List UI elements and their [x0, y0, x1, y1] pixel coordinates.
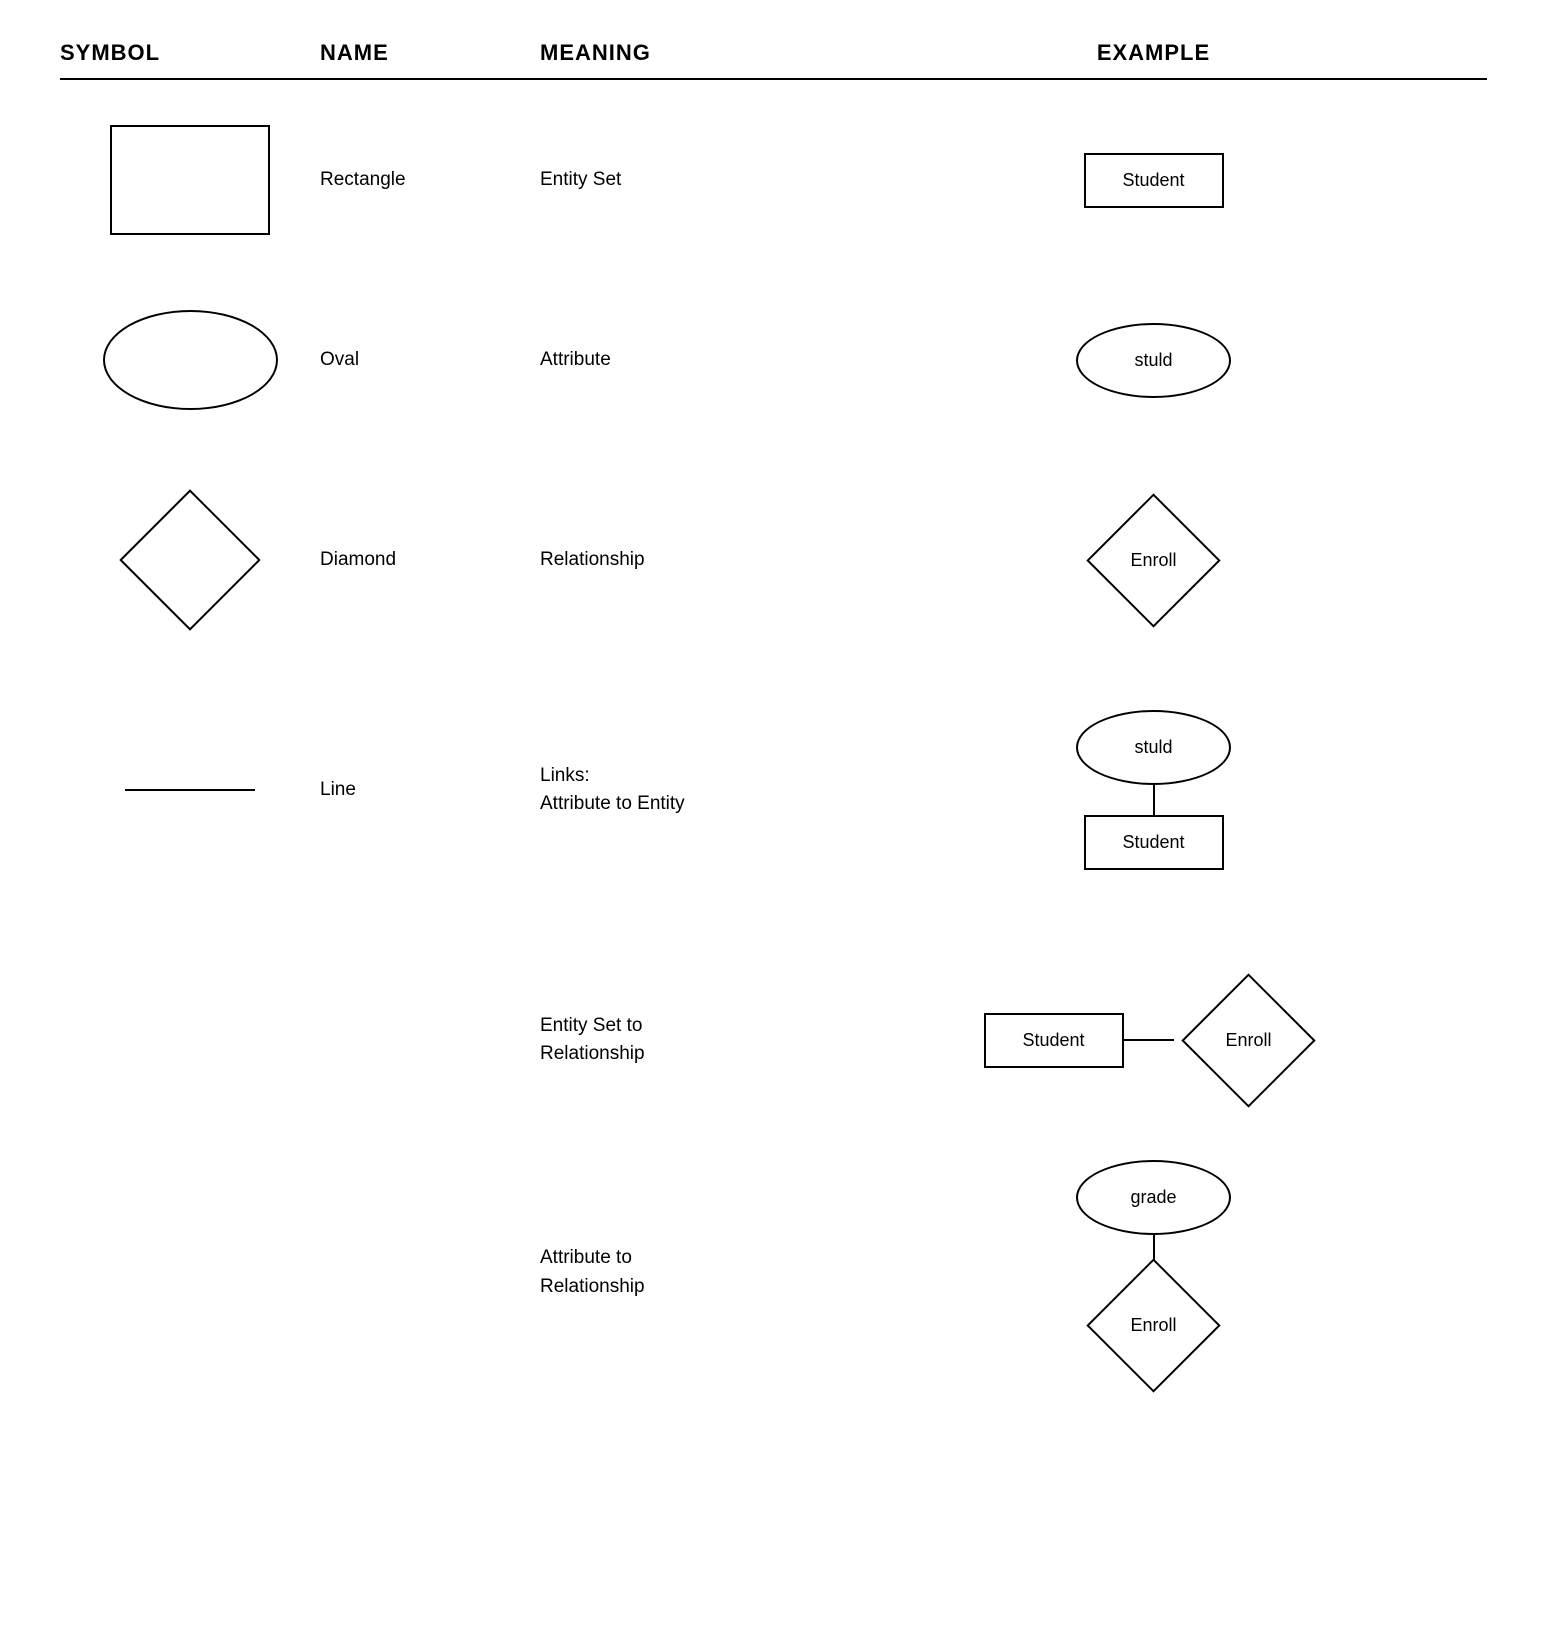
row-diamond: Diamond Relationship Enroll [60, 470, 1487, 650]
header-name: NAME [320, 40, 540, 66]
line-ex-oval-label: stuld [1134, 737, 1172, 758]
meaning-diamond: Relationship [540, 549, 820, 571]
row-line: Line Links: Attribute to Entity stuld St… [60, 690, 1487, 890]
rectangle-shape [110, 125, 270, 235]
meaning-line: Links: Attribute to Entity [540, 762, 820, 819]
name-oval: Oval [320, 349, 540, 371]
entity-rel-rect-label: Student [1022, 1030, 1084, 1051]
meaning-entity-rel-text2: Relationship [540, 1040, 645, 1069]
meaning-oval: Attribute [540, 349, 820, 371]
attr-rel-oval: grade [1076, 1160, 1231, 1235]
name-diamond: Diamond [320, 549, 540, 571]
symbol-rectangle [60, 115, 320, 245]
meaning-line-text1: Links: [540, 762, 685, 791]
entity-rel-diamond-wrapper: Enroll [1174, 980, 1324, 1100]
meaning-entity-rel-text1: Entity Set to [540, 1012, 645, 1041]
example-rectangle: Student [820, 153, 1487, 208]
row-attribute-to-relationship: Attribute to Relationship grade Enroll [60, 1160, 1487, 1385]
attr-rel-oval-label: grade [1130, 1187, 1176, 1208]
example-diamond-label: Enroll [1130, 550, 1176, 571]
line-ex-rect-label: Student [1122, 832, 1184, 853]
oval-shape [103, 310, 278, 410]
meaning-attr-rel-text1: Attribute to [540, 1244, 645, 1273]
name-rectangle: Rectangle [320, 169, 540, 191]
line-ex-rect: Student [1084, 815, 1224, 870]
row-entity-set-to-relationship: Entity Set to Relationship Student Enrol… [60, 960, 1487, 1120]
meaning-entity-rel: Entity Set to Relationship [540, 1012, 820, 1069]
header-symbol: SYMBOL [60, 40, 320, 66]
meaning-attr-rel: Attribute to Relationship [540, 1244, 820, 1301]
meaning-line-text2: Attribute to Entity [540, 790, 685, 819]
example-oval-shape: stuld [1076, 323, 1231, 398]
example-rect-label: Student [1122, 170, 1184, 191]
symbol-oval [60, 300, 320, 420]
attr-rel-diamond-wrapper: Enroll [1079, 1265, 1229, 1385]
entity-rel-diamond-label: Enroll [1225, 1030, 1271, 1051]
header-example: EXAMPLE [820, 40, 1487, 66]
symbol-diamond [60, 470, 320, 650]
table-header: SYMBOL NAME MEANING EXAMPLE [60, 40, 1487, 80]
example-oval: stuld [820, 323, 1487, 398]
name-line: Line [320, 779, 540, 801]
diamond-shape [119, 489, 260, 630]
meaning-attr-rel-text2: Relationship [540, 1273, 645, 1302]
line-ex-connector [1153, 785, 1155, 815]
example-diamond: Enroll [820, 500, 1487, 620]
header-meaning: MEANING [540, 40, 820, 66]
attr-rel-diagram: grade Enroll [1076, 1160, 1231, 1385]
example-rect-shape: Student [1084, 153, 1224, 208]
row-rectangle: Rectangle Entity Set Student [60, 110, 1487, 250]
example-diamond-wrapper: Enroll [1079, 500, 1229, 620]
example-line: stuld Student [820, 710, 1487, 870]
example-oval-label: stuld [1134, 350, 1172, 371]
row-oval: Oval Attribute stuld [60, 290, 1487, 430]
example-attr-rel: grade Enroll [820, 1160, 1487, 1385]
meaning-rectangle: Entity Set [540, 169, 820, 191]
line-ex-oval: stuld [1076, 710, 1231, 785]
entity-rel-rect: Student [984, 1013, 1124, 1068]
entity-rel-connector [1124, 1039, 1174, 1041]
attr-rel-diamond-label: Enroll [1130, 1315, 1176, 1336]
symbol-line [60, 779, 320, 801]
line-shape [125, 789, 255, 791]
entity-rel-diagram: Student Enroll [984, 980, 1324, 1100]
example-entity-rel: Student Enroll [820, 980, 1487, 1100]
line-example-diagram: stuld Student [1076, 710, 1231, 870]
